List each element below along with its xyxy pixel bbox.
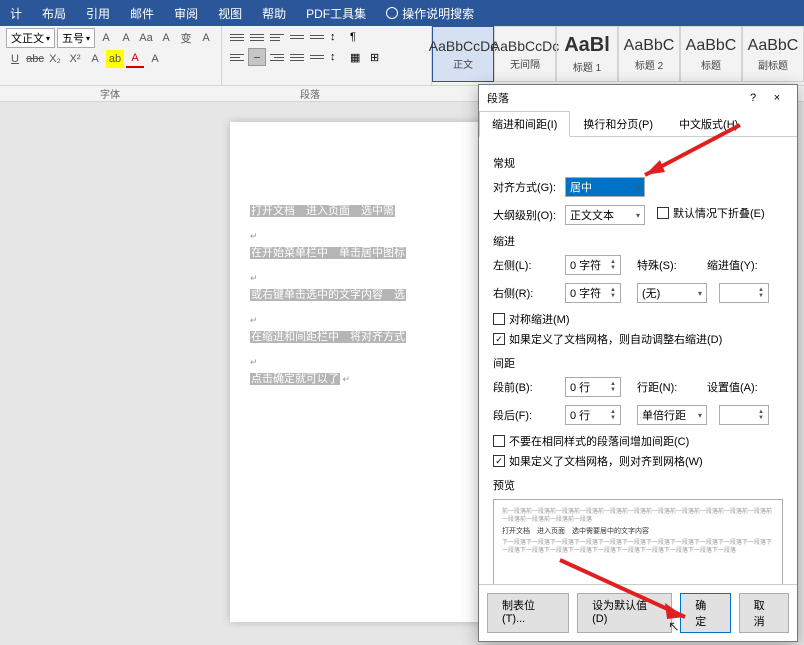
align-left-button[interactable] (228, 48, 246, 66)
annotation-arrow-1 (630, 120, 750, 190)
sort-button[interactable]: ↕ (328, 28, 346, 46)
clear-format-button[interactable]: A (157, 29, 175, 47)
style-heading2[interactable]: AaBbC标题 2 (618, 26, 680, 82)
menu-references[interactable]: 引用 (76, 5, 120, 22)
change-case-button[interactable]: Aa (137, 29, 155, 47)
set-value-label: 设置值(A): (707, 379, 767, 395)
section-indent: 缩进 (493, 233, 783, 249)
line-spacing-label: 行距(N): (637, 379, 687, 395)
tell-me-search[interactable]: 操作说明搜索 (376, 5, 484, 22)
menu-review[interactable]: 审阅 (164, 5, 208, 22)
font-family-select[interactable]: 文正文▾ (6, 28, 55, 48)
font-group: 文正文▾ 五号▾ A A Aa A 变 A U abc X₂ X² A ab A… (0, 26, 221, 85)
font-size-select[interactable]: 五号▾ (57, 28, 95, 48)
style-heading1[interactable]: AaBl标题 1 (556, 26, 618, 82)
dialog-title: 段落 (487, 90, 741, 106)
char-shading-button[interactable]: A (146, 50, 164, 68)
before-label: 段前(B): (493, 379, 561, 395)
after-spinner[interactable]: 0 行▲▼ (565, 405, 621, 425)
menu-pdf-tools[interactable]: PDF工具集 (296, 5, 376, 22)
tab-indent-spacing[interactable]: 缩进和间距(I) (479, 111, 570, 137)
snap-grid-label: 如果定义了文档网格，则对齐到网格(W) (509, 453, 703, 469)
collapse-checkbox[interactable] (657, 207, 669, 219)
section-preview: 预览 (493, 477, 783, 493)
paragraph-group-label: 段落 (220, 86, 400, 101)
mirror-indent-label: 对称缩进(M) (509, 311, 570, 327)
right-indent-spinner[interactable]: 0 字符▲▼ (565, 283, 621, 303)
show-marks-button[interactable]: ¶ (348, 28, 366, 46)
alignment-label: 对齐方式(G): (493, 179, 561, 195)
style-title[interactable]: AaBbC标题 (680, 26, 742, 82)
multilevel-button[interactable] (268, 28, 286, 46)
mirror-indent-checkbox[interactable] (493, 313, 505, 325)
left-indent-label: 左侧(L): (493, 257, 561, 273)
menu-help[interactable]: 帮助 (252, 5, 296, 22)
paragraph-group: ↕ ¶ ↕ ▦ ⊞ (221, 26, 392, 85)
justify-button[interactable] (288, 48, 306, 66)
subscript-button[interactable]: X₂ (46, 50, 64, 68)
style-subtitle[interactable]: AaBbC副标题 (742, 26, 804, 82)
collapse-label: 默认情况下折叠(E) (673, 205, 765, 221)
document-content: 打开文档 进入页面 选中需 ↵ 在开始菜单栏中 单击居中图标 ↵ 或右键单击选中… (230, 122, 510, 416)
menu-layout[interactable]: 布局 (32, 5, 76, 22)
increase-indent-button[interactable] (308, 28, 326, 46)
annotation-arrow-2 (555, 555, 715, 635)
phonetic-button[interactable]: 变 (177, 29, 195, 47)
highlight-button[interactable]: ab (106, 50, 124, 68)
no-space-same-label: 不要在相同样式的段落间增加间距(C) (509, 433, 689, 449)
before-spinner[interactable]: 0 行▲▼ (565, 377, 621, 397)
menu-bar: 计 布局 引用 邮件 审阅 视图 帮助 PDF工具集 操作说明搜索 (0, 0, 804, 26)
auto-adjust-label: 如果定义了文档网格，则自动调整右缩进(D) (509, 331, 722, 347)
document-page[interactable]: 打开文档 进入页面 选中需 ↵ 在开始菜单栏中 单击居中图标 ↵ 或右键单击选中… (230, 122, 510, 622)
snap-grid-checkbox[interactable]: ✓ (493, 455, 505, 467)
decrease-indent-button[interactable] (288, 28, 306, 46)
ribbon: 文正文▾ 五号▾ A A Aa A 变 A U abc X₂ X² A ab A… (0, 26, 804, 86)
no-space-same-checkbox[interactable] (493, 435, 505, 447)
indent-value-label: 缩进值(Y): (707, 257, 767, 273)
outline-label: 大纲级别(O): (493, 207, 561, 223)
outline-select[interactable]: 正文文本▾ (565, 205, 645, 225)
line-spacing-button[interactable]: ↕ (328, 48, 346, 66)
search-hint-text: 操作说明搜索 (402, 5, 474, 22)
font-group-label: 字体 (0, 86, 220, 101)
shading-button[interactable]: ▦ (348, 48, 366, 66)
bulb-icon (386, 7, 398, 19)
auto-adjust-checkbox[interactable]: ✓ (493, 333, 505, 345)
help-button[interactable]: ? (741, 92, 765, 104)
font-color-button[interactable]: A (126, 50, 144, 68)
special-label: 特殊(S): (637, 257, 687, 273)
char-border-button[interactable]: A (197, 29, 215, 47)
bullets-button[interactable] (228, 28, 246, 46)
superscript-button[interactable]: X² (66, 50, 84, 68)
menu-design[interactable]: 计 (0, 5, 32, 22)
set-value-spinner[interactable]: ▲▼ (719, 405, 769, 425)
grow-font-button[interactable]: A (97, 29, 115, 47)
cursor-icon: ↖ (668, 618, 680, 635)
after-label: 段后(F): (493, 407, 561, 423)
text-effect-button[interactable]: A (86, 50, 104, 68)
special-select[interactable]: (无)▾ (637, 283, 707, 303)
distribute-button[interactable] (308, 48, 326, 66)
right-indent-label: 右侧(R): (493, 285, 561, 301)
line-spacing-select[interactable]: 单倍行距▾ (637, 405, 707, 425)
align-center-button[interactable] (248, 48, 266, 66)
left-indent-spinner[interactable]: 0 字符▲▼ (565, 255, 621, 275)
dialog-titlebar[interactable]: 段落 ? × (479, 85, 797, 111)
strike-button[interactable]: abc (26, 50, 44, 68)
section-spacing: 间距 (493, 355, 783, 371)
menu-mailings[interactable]: 邮件 (120, 5, 164, 22)
shrink-font-button[interactable]: A (117, 29, 135, 47)
close-button[interactable]: × (765, 92, 789, 104)
indent-value-spinner[interactable]: ▲▼ (719, 283, 769, 303)
cancel-button[interactable]: 取消 (739, 593, 789, 633)
menu-view[interactable]: 视图 (208, 5, 252, 22)
style-normal[interactable]: AaBbCcDc正文 (432, 26, 494, 82)
align-right-button[interactable] (268, 48, 286, 66)
numbering-button[interactable] (248, 28, 266, 46)
underline-button[interactable]: U (6, 50, 24, 68)
styles-gallery: AaBbCcDc正文 AaBbCcDc无间隔 AaBl标题 1 AaBbC标题 … (431, 26, 804, 85)
borders-button[interactable]: ⊞ (368, 48, 386, 66)
style-no-spacing[interactable]: AaBbCcDc无间隔 (494, 26, 556, 82)
